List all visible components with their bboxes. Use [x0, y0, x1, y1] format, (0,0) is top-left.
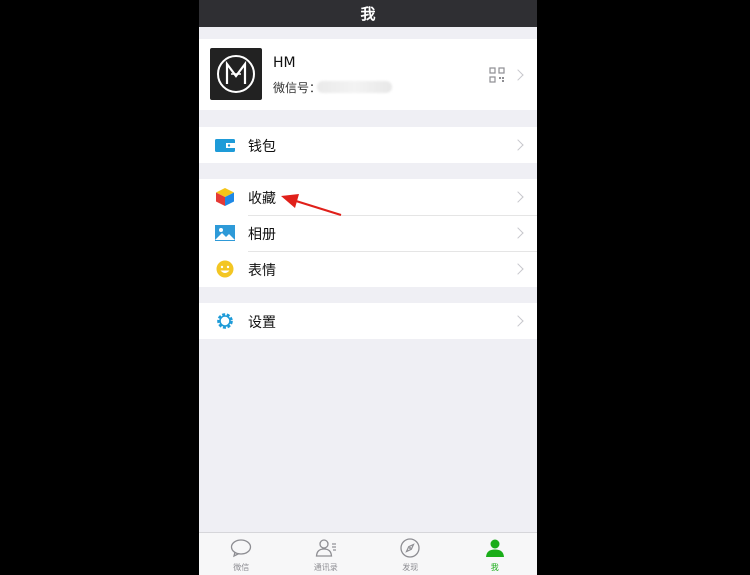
chevron-right-icon	[512, 315, 524, 327]
nav-bar: 我	[199, 0, 537, 27]
tab-label: 通讯录	[313, 563, 338, 572]
menu-item-favorites[interactable]: 收藏	[199, 179, 537, 215]
contacts-icon	[315, 539, 336, 557]
smiley-icon	[216, 260, 234, 278]
menu-item-stickers[interactable]: 表情	[199, 251, 537, 287]
profile-card[interactable]: HM 微信号：	[199, 39, 537, 110]
tab-discover[interactable]: 发现	[368, 533, 453, 575]
cube-icon	[216, 188, 234, 206]
menu-item-settings[interactable]: 设置	[199, 303, 537, 339]
avatar[interactable]	[210, 48, 262, 100]
page-title: 我	[360, 5, 376, 23]
qr-code-icon[interactable]	[489, 67, 505, 83]
content-section: 收藏 相册 表情	[199, 179, 537, 287]
menu-item-album[interactable]: 相册	[199, 215, 537, 251]
tab-bar: 微信 通讯录 发现 我	[199, 532, 537, 575]
chevron-right-icon	[512, 263, 524, 275]
wallet-section: 钱包	[199, 127, 537, 163]
phone-screen: 我 HM 微信号： 钱包 收藏 相册 表情 设置 微信 通讯录 发现 我	[199, 0, 537, 575]
profile-name: HM	[273, 55, 296, 71]
wallet-icon	[215, 139, 235, 152]
settings-section: 设置	[199, 303, 537, 339]
chevron-right-icon	[512, 69, 524, 81]
tab-label: 微信	[233, 563, 250, 572]
chevron-right-icon	[512, 191, 524, 203]
album-icon	[215, 225, 235, 241]
tab-me[interactable]: 我	[453, 533, 538, 575]
menu-item-label: 设置	[248, 315, 276, 331]
chevron-right-icon	[512, 227, 524, 239]
chevron-right-icon	[512, 139, 524, 151]
gear-icon	[217, 313, 233, 329]
wechat-id-label: 微信号：	[273, 81, 322, 95]
hm-logo-icon	[217, 55, 255, 93]
person-icon	[485, 539, 504, 557]
menu-item-label: 表情	[248, 263, 276, 279]
tab-label: 我	[490, 563, 499, 572]
menu-item-wallet[interactable]: 钱包	[199, 127, 537, 163]
chat-bubble-icon	[231, 539, 252, 558]
redacted-wechat-id	[317, 81, 392, 93]
menu-item-label: 收藏	[248, 191, 276, 207]
menu-item-label: 钱包	[248, 139, 276, 155]
compass-icon	[400, 538, 420, 558]
menu-item-label: 相册	[248, 227, 276, 243]
tab-label: 发现	[402, 563, 419, 572]
tab-contacts[interactable]: 通讯录	[284, 533, 369, 575]
tab-chats[interactable]: 微信	[199, 533, 284, 575]
